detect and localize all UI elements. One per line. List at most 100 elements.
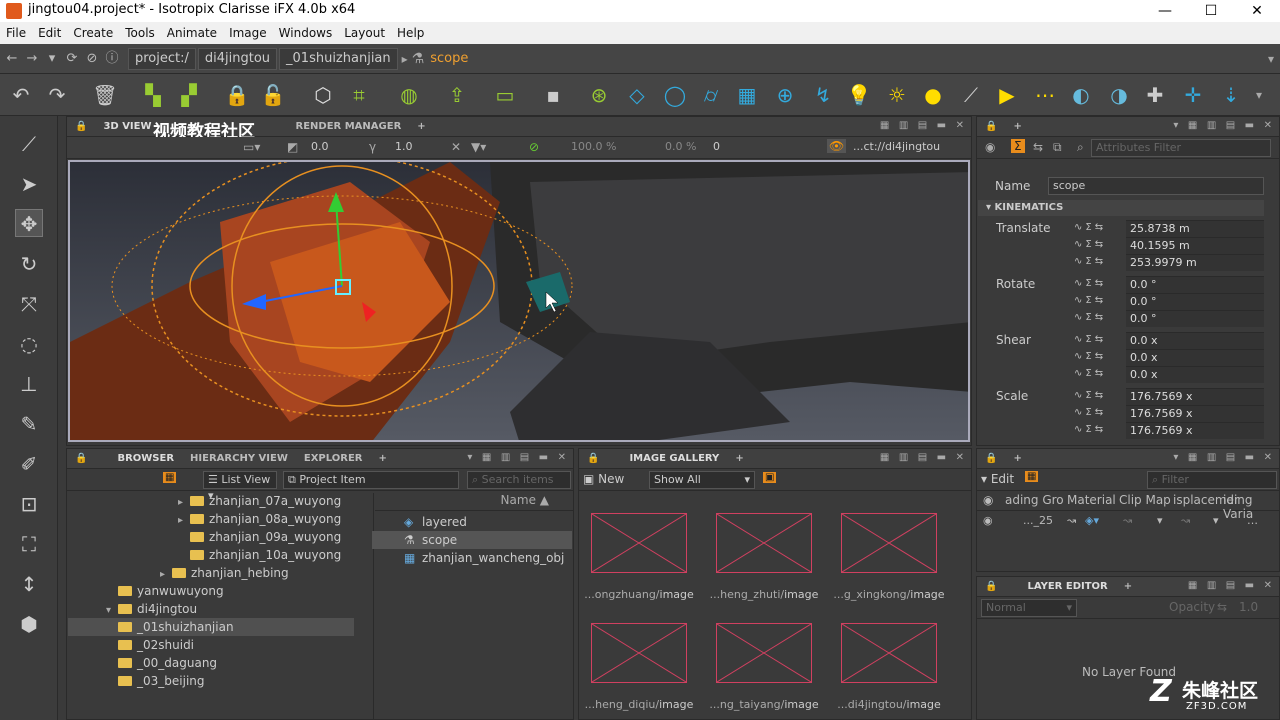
add-tab-icon[interactable]: + (370, 453, 394, 464)
gallery-view-icon[interactable]: ▣ (763, 472, 777, 483)
lock-icon[interactable]: 🔒 (224, 82, 250, 108)
node-icon[interactable]: ▪ (540, 82, 566, 108)
context-field[interactable]: ...ct://di4jingtou (849, 139, 969, 157)
search-items-input[interactable]: ⌕ Search items (467, 471, 571, 489)
panel-lock-icon[interactable]: 🔒 (67, 453, 95, 464)
column-material[interactable]: Material (1067, 493, 1116, 507)
stop-icon[interactable]: ⊘ (84, 51, 100, 67)
variable-menu-icon[interactable]: … (1247, 514, 1258, 527)
item-filter-dropdown[interactable]: ⧉ Project Item (283, 471, 459, 489)
tree-row[interactable]: yanwuwuyong (118, 582, 224, 600)
shear-z-field[interactable]: 0.0 x (1126, 366, 1264, 383)
add-tab-icon[interactable]: + (727, 453, 751, 464)
rotate-z-icons[interactable]: ∿Σ⇆ (1074, 312, 1106, 323)
unlock-icon[interactable]: 🔓 (260, 82, 286, 108)
cylinder-icon[interactable]: ⌭ (698, 82, 724, 108)
displacement-dropdown-icon[interactable]: ▾ (1213, 514, 1219, 527)
panel-layout-icons[interactable]: ▦ ▥ ▤ ▬ ✕ (880, 120, 967, 131)
tree-row[interactable]: zhanjian_10a_wuyong (190, 546, 341, 564)
comment-icon[interactable]: ▭ (492, 82, 518, 108)
bar-light-icon[interactable]: ⋯ (1032, 82, 1058, 108)
maximize-button[interactable]: ☐ (1188, 0, 1234, 22)
sphere-icon[interactable]: ◯ (662, 82, 688, 108)
tab-hierarchy-view[interactable]: HIERARCHY VIEW (182, 453, 296, 464)
globe-import-icon[interactable]: ◍ (396, 82, 422, 108)
eye-icon[interactable]: ◉ (985, 140, 995, 154)
expand-icon[interactable]: ⇆ (1033, 140, 1043, 154)
material-filter-input[interactable]: ⌕ Filter (1147, 471, 1277, 489)
undo-icon[interactable]: ↶ (8, 82, 34, 108)
frame-tool-icon[interactable]: ⛶ (15, 530, 43, 558)
menu-create[interactable]: Create (73, 26, 113, 40)
orbit-tool-icon[interactable]: ◌ (15, 330, 43, 358)
menu-help[interactable]: Help (397, 26, 424, 40)
minimize-button[interactable]: — (1142, 0, 1188, 22)
zoom-field[interactable]: 100.0 % (567, 139, 627, 157)
panel-lock-icon[interactable]: 🔒 (977, 453, 1005, 464)
breadcrumb-01shuizhanjian[interactable]: _01shuizhanjian (279, 47, 398, 70)
light-bulb-icon[interactable]: 💡 (846, 82, 872, 108)
rotate-x-field[interactable]: 0.0 ° (1126, 276, 1264, 293)
cube-icon[interactable]: ◇ (624, 82, 650, 108)
skylight-icon[interactable]: ◑ (1106, 82, 1132, 108)
shear-x-field[interactable]: 0.0 x (1126, 332, 1264, 349)
image-thumbnail[interactable] (591, 513, 687, 573)
visibility-eye-icon[interactable]: 👁 (827, 139, 847, 153)
column-clip-map[interactable]: Clip Map (1119, 493, 1171, 507)
tree-row[interactable]: _00_daguang (118, 654, 217, 672)
region-tool-icon[interactable]: ⊡ (15, 490, 43, 518)
menu-edit[interactable]: Edit (38, 26, 61, 40)
panel-layout-icons[interactable]: ▾ ▦ ▥ ▤ ▬ ✕ (467, 452, 569, 463)
snap-icon[interactable]: ✕ (451, 140, 461, 154)
add-tab-icon[interactable]: + (1005, 453, 1029, 464)
shear-z-icons[interactable]: ∿Σ⇆ (1074, 368, 1106, 379)
history-dropdown-icon[interactable]: ▾ (44, 51, 60, 67)
open-folder-icon[interactable]: ⇪ (444, 82, 470, 108)
blend-mode-dropdown[interactable]: Normal ▾ (981, 599, 1077, 617)
variable-icon[interactable]: ⊛ (586, 82, 612, 108)
tab-browser[interactable]: BROWSER (109, 453, 182, 464)
show-filter-dropdown[interactable]: Show All ▾ (649, 471, 755, 489)
rotate-x-icons[interactable]: ∿Σ⇆ (1074, 278, 1106, 289)
menu-animate[interactable]: Animate (167, 26, 217, 40)
clip-map-pick-icon[interactable]: ↝ (1123, 514, 1132, 527)
exposure-field[interactable]: 0.0 (307, 139, 357, 157)
clip-map-dropdown-icon[interactable]: ▾ (1157, 514, 1163, 527)
geosphere-icon[interactable]: ⊕ (772, 82, 798, 108)
grid-icon[interactable]: ▦ (734, 82, 760, 108)
scale-y-icons[interactable]: ∿Σ⇆ (1074, 407, 1106, 418)
scale-x-field[interactable]: 176.7569 x (1126, 388, 1264, 405)
frame-field[interactable]: 0 (709, 139, 769, 157)
scale-x-icons[interactable]: ∿Σ⇆ (1074, 390, 1106, 401)
tree-row[interactable]: _02shuidi (118, 636, 194, 654)
image-thumbnail[interactable] (841, 513, 937, 573)
panel-lock-icon[interactable]: 🔒 (67, 121, 95, 132)
rotate-z-field[interactable]: 0.0 ° (1126, 310, 1264, 327)
translate-x-field[interactable]: 25.8738 m (1126, 220, 1264, 237)
back-arrow-icon[interactable]: ← (4, 51, 20, 67)
menu-windows[interactable]: Windows (279, 26, 333, 40)
kinematics-section[interactable]: ▾ KINEMATICS (978, 200, 1264, 216)
translate-y-icons[interactable]: ∿Σ⇆ (1074, 239, 1106, 250)
close-window-button[interactable]: ✕ (1234, 0, 1280, 22)
shear-y-field[interactable]: 0.0 x (1126, 349, 1264, 366)
box-icon[interactable]: ⬡ (310, 82, 336, 108)
spot-light-icon[interactable]: ⟋ (958, 82, 984, 108)
image-thumbnail[interactable] (841, 623, 937, 683)
delete-icon[interactable]: 🗑 (92, 82, 118, 108)
panel-layout-icons[interactable]: ▾ ▦ ▥ ▤ ▬ ✕ (1173, 452, 1275, 463)
breadcrumb-project[interactable]: project:/ (128, 47, 196, 70)
add-tab-icon[interactable]: + (1116, 581, 1140, 592)
rotate-tool-icon[interactable]: ↻ (15, 250, 43, 278)
material-row[interactable]: ◉ ..._25 ↝ ◈▾ ↝ ▾ ↝ ▾ … (977, 511, 1279, 531)
eyedropper-icon[interactable]: ⟋ (15, 130, 43, 158)
add-tab-icon[interactable]: + (409, 121, 433, 132)
image-thumbnail[interactable] (716, 623, 812, 683)
name-column-header[interactable]: Name ▲ (375, 493, 573, 511)
displacement-pick-icon[interactable]: ↝ (1181, 514, 1190, 527)
copy-icon[interactable]: ⧉ (1053, 140, 1062, 155)
tree-row[interactable]: ▸ zhanjian_07a_wuyong (178, 492, 341, 510)
edit-button[interactable]: ▾ Edit (981, 472, 1014, 486)
opacity-slider-icon[interactable]: ⇆ (1217, 600, 1227, 614)
new-image-button[interactable]: ▣ New (583, 472, 624, 486)
